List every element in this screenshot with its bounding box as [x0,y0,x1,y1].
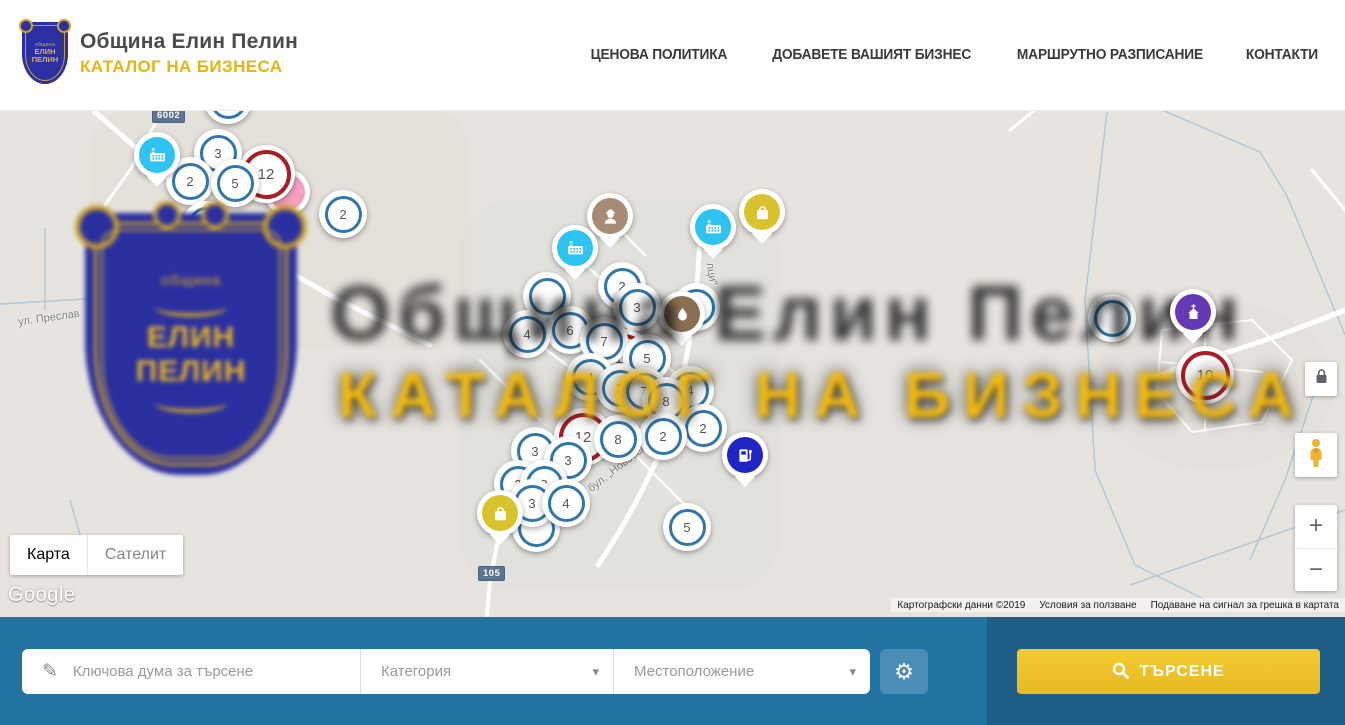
zoom-in-button[interactable]: + [1295,505,1337,549]
nav-pricing-policy[interactable]: ЦЕНОВА ПОЛИТИКА [591,47,728,63]
cluster-marker[interactable]: 5 [663,503,711,551]
keyword-section: ✎ [22,649,360,694]
cluster-marker[interactable] [182,201,230,249]
zoom-control: + − [1295,505,1337,591]
logo-name: ЕЛИНПЕЛИН [32,48,58,65]
main-nav: ЦЕНОВА ПОЛИТИКА ДОБАВЕТЕ ВАШИЯТ БИЗНЕС М… [587,0,1320,110]
cluster-marker[interactable]: 4 [503,310,551,358]
factory-pin-marker[interactable] [134,132,180,178]
nav-route-schedule[interactable]: МАРШРУТНО РАЗПИСАНИЕ [1017,47,1203,63]
cluster-marker[interactable] [204,110,252,124]
logo-scroll [19,19,33,33]
cluster-marker[interactable] [1088,294,1136,342]
cluster-marker[interactable]: 2 [639,412,687,460]
category-select[interactable]: Категория ▾ [360,649,613,694]
location-select[interactable]: Местоположение ▾ [613,649,870,694]
pencil-icon: ✎ [42,660,58,683]
padlock-icon [1314,368,1329,390]
cluster-marker[interactable]: 8 [594,415,642,463]
chevron-down-icon: ▾ [849,664,856,680]
factory-pin-marker[interactable] [690,204,736,250]
worker-pin-marker[interactable] [587,193,633,239]
street-view-pegman-button[interactable] [1295,433,1337,477]
google-logo[interactable]: Google [8,584,76,607]
map-type-satellite-button[interactable]: Сателит [87,535,183,575]
fuel-pin-marker[interactable] [722,432,768,478]
cluster-marker[interactable]: 10 [1176,346,1234,404]
map-type-control: Карта Сателит [10,535,183,575]
bag-pin-marker[interactable] [477,490,523,536]
cluster-marker[interactable]: 2 [319,190,367,238]
logo-top-word: община [35,42,55,48]
cluster-marker[interactable]: 4 [542,479,590,527]
site-subtitle: КАТАЛОГ НА БИЗНЕСА [80,57,298,77]
pegman-icon [1305,438,1327,473]
attribution-copyright: Картографски данни ©2019 [897,600,1025,611]
logo-scroll [57,19,71,33]
flame-pin-marker[interactable] [659,291,705,337]
search-bar: ✎ Категория ▾ Местоположение ▾ ⚙ ТЪРСЕНЕ [0,617,1345,725]
search-input-group: ✎ Категория ▾ Местоположение ▾ [22,649,870,694]
terms-of-use-link[interactable]: Условия за ползване [1039,600,1136,611]
factory-pin-marker[interactable] [552,225,598,271]
municipality-logo: община ЕЛИНПЕЛИН [22,22,68,84]
gear-icon: ⚙ [894,661,914,683]
brand-text: Община Елин Пелин КАТАЛОГ НА БИЗНЕСА [80,30,298,77]
lock-map-button[interactable] [1305,362,1337,396]
marker-layer: 1232522351364754274822128333834510 [0,110,1345,617]
search-button[interactable]: ТЪРСЕНЕ [1017,649,1320,694]
chevron-down-icon: ▾ [592,664,599,680]
map-attribution: Картографски данни ©2019 Условия за полз… [891,598,1345,612]
brand[interactable]: община ЕЛИНПЕЛИН Община Елин Пелин КАТАЛ… [22,22,298,84]
nav-add-business[interactable]: ДОБАВЕТЕ ВАШИЯТ БИЗНЕС [772,47,971,63]
advanced-settings-button[interactable]: ⚙ [880,649,928,694]
google-map[interactable]: ул. Преслав бул. „Новосел лци" 6002 105 … [0,110,1345,617]
search-icon [1112,662,1129,682]
bag-pin-marker[interactable] [739,189,785,235]
cluster-marker[interactable]: 5 [211,159,259,207]
search-button-label: ТЪРСЕНЕ [1139,663,1224,681]
nav-contacts[interactable]: КОНТАКТИ [1246,47,1318,63]
keyword-search-input[interactable] [71,662,315,681]
cluster-marker[interactable]: 2 [679,404,727,452]
zoom-out-button[interactable]: − [1295,549,1337,592]
report-map-error-link[interactable]: Подаване на сигнал за грешка в картата [1151,600,1339,611]
site-header: община ЕЛИНПЕЛИН Община Елин Пелин КАТАЛ… [0,0,1345,111]
map-type-map-button[interactable]: Карта [10,535,87,575]
site-title: Община Елин Пелин [80,30,298,54]
